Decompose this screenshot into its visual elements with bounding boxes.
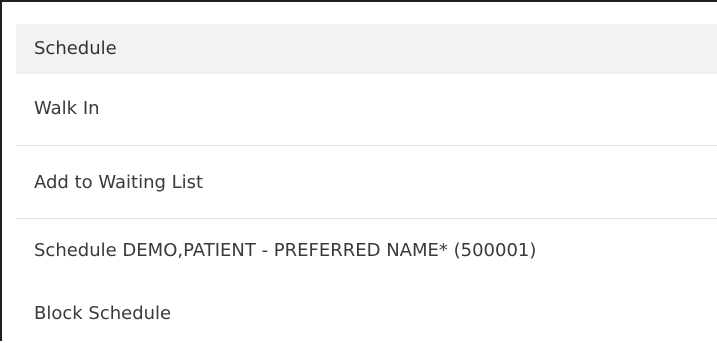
menu-item-schedule-patient[interactable]: Schedule DEMO,PATIENT - PREFERRED NAME* …	[16, 222, 717, 279]
menu-item-block-schedule[interactable]: Block Schedule	[16, 285, 717, 343]
context-menu: Schedule Walk In Add to Waiting List Sch…	[16, 21, 717, 343]
menu-item-walk-in[interactable]: Walk In	[16, 74, 717, 144]
window-frame: Schedule Walk In Add to Waiting List Sch…	[0, 0, 717, 343]
menu-divider	[16, 145, 717, 146]
menu-divider	[16, 218, 717, 219]
menu-header-schedule: Schedule	[16, 24, 717, 74]
menu-item-add-to-waiting-list[interactable]: Add to Waiting List	[16, 148, 717, 217]
